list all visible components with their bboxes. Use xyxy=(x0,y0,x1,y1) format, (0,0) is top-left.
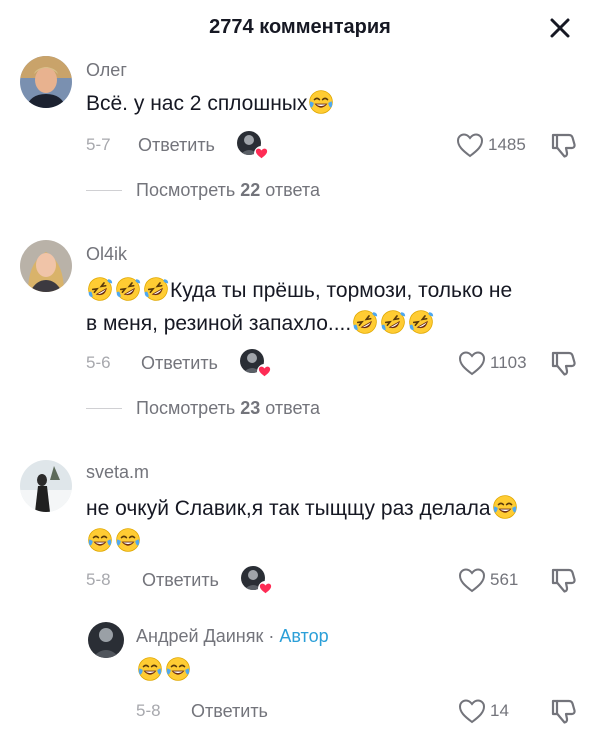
avatar[interactable] xyxy=(20,56,72,108)
reply-text xyxy=(136,654,192,687)
thumbs-down-icon xyxy=(548,348,578,378)
creator-liked-badge xyxy=(236,131,265,159)
dislike-button[interactable] xyxy=(548,696,578,726)
heart-outline-icon xyxy=(458,567,486,593)
thumbs-down-icon xyxy=(548,565,578,595)
heart-icon xyxy=(258,581,273,596)
dislike-button[interactable] xyxy=(548,565,578,595)
dislike-button[interactable] xyxy=(548,130,578,160)
separator: · xyxy=(263,626,280,646)
comments-header: 2774 комментария xyxy=(0,0,600,52)
like-button[interactable]: 1103 xyxy=(458,350,527,376)
comment-date: 5-6 xyxy=(86,353,111,372)
reply-meta: 5-8 Ответить xyxy=(136,698,290,724)
comment-text-line xyxy=(86,525,596,558)
heart-icon xyxy=(254,146,269,161)
tears-of-joy-emoji xyxy=(308,89,334,115)
heart-icon xyxy=(257,364,272,379)
heart-outline-icon xyxy=(458,698,486,724)
comment-text-content: Всё. у нас 2 сплошных xyxy=(86,92,308,115)
comment-text-content: не очкуй Славик,я так тыщщу раз делала xyxy=(86,497,491,520)
reply-button[interactable]: Ответить xyxy=(191,701,268,722)
like-count: 1103 xyxy=(490,353,527,372)
comment-meta: 5-8 Ответить xyxy=(86,566,269,594)
reply-username[interactable]: Андрей Даиняк xyxy=(136,626,263,646)
comment-username[interactable]: Олег xyxy=(86,60,127,81)
comment-text-line: в меня, резиной запахло.... xyxy=(86,307,586,340)
tears-of-joy-emoji xyxy=(137,656,163,682)
thumbs-down-icon xyxy=(548,696,578,726)
like-count: 561 xyxy=(490,570,519,589)
avatar[interactable] xyxy=(88,622,124,658)
close-icon xyxy=(550,18,570,38)
comment-username[interactable]: sveta.m xyxy=(86,462,149,483)
like-button[interactable]: 14 xyxy=(458,698,509,724)
reply-button[interactable]: Ответить xyxy=(138,135,215,156)
close-button[interactable] xyxy=(542,10,578,46)
comment-text-content: Куда ты прёшь, тормози, только не xyxy=(170,279,513,302)
reply-button[interactable]: Ответить xyxy=(142,570,219,591)
view-replies-label: Посмотреть 23 ответа xyxy=(136,398,320,418)
comment-meta: 5-6 Ответить xyxy=(86,349,268,377)
heart-outline-icon xyxy=(458,350,486,376)
comment-meta: 5-7 Ответить xyxy=(86,131,265,159)
comment-username[interactable]: Ol4ik xyxy=(86,244,127,265)
rolling-laughing-emoji xyxy=(380,309,406,335)
creator-liked-badge xyxy=(239,349,268,377)
comment-text-line: не очкуй Славик,я так тыщщу раз делала xyxy=(86,492,596,525)
divider xyxy=(86,190,122,191)
comment-text: Куда ты прёшь, тормози, только не в меня… xyxy=(86,274,586,340)
avatar[interactable] xyxy=(20,240,72,292)
like-count: 14 xyxy=(490,701,509,720)
tears-of-joy-emoji xyxy=(115,527,141,553)
comments-count-title: 2774 комментария xyxy=(209,16,391,38)
comment-date: 5-7 xyxy=(86,135,111,154)
dislike-button[interactable] xyxy=(548,348,578,378)
author-badge: Автор xyxy=(279,626,329,646)
comment-text: не очкуй Славик,я так тыщщу раз делала xyxy=(86,492,596,558)
reply-button[interactable]: Ответить xyxy=(141,353,218,374)
heart-outline-icon xyxy=(456,132,484,158)
thumbs-down-icon xyxy=(548,130,578,160)
rolling-laughing-emoji xyxy=(408,309,434,335)
rolling-laughing-emoji xyxy=(352,309,378,335)
avatar[interactable] xyxy=(20,460,72,512)
tears-of-joy-emoji xyxy=(87,527,113,553)
like-button[interactable]: 561 xyxy=(458,567,518,593)
like-count: 1485 xyxy=(488,135,526,154)
comment-text-content: в меня, резиной запахло.... xyxy=(86,312,352,335)
view-replies-button[interactable]: Посмотреть 23 ответа xyxy=(86,398,320,419)
like-button[interactable]: 1485 xyxy=(456,132,526,158)
tears-of-joy-emoji xyxy=(492,494,518,520)
creator-liked-badge xyxy=(240,566,269,594)
reply-date: 5-8 xyxy=(136,701,161,720)
comment-date: 5-8 xyxy=(86,570,111,589)
rolling-laughing-emoji xyxy=(143,276,169,302)
reply-header: Андрей Даиняк · Автор xyxy=(136,626,329,647)
comment-text-line: Куда ты прёшь, тормози, только не xyxy=(86,274,586,307)
comment-text: Всё. у нас 2 сплошных xyxy=(86,87,335,120)
divider xyxy=(86,408,122,409)
view-replies-label: Посмотреть 22 ответа xyxy=(136,180,320,200)
rolling-laughing-emoji xyxy=(87,276,113,302)
view-replies-button[interactable]: Посмотреть 22 ответа xyxy=(86,180,320,201)
rolling-laughing-emoji xyxy=(115,276,141,302)
tears-of-joy-emoji xyxy=(165,656,191,682)
